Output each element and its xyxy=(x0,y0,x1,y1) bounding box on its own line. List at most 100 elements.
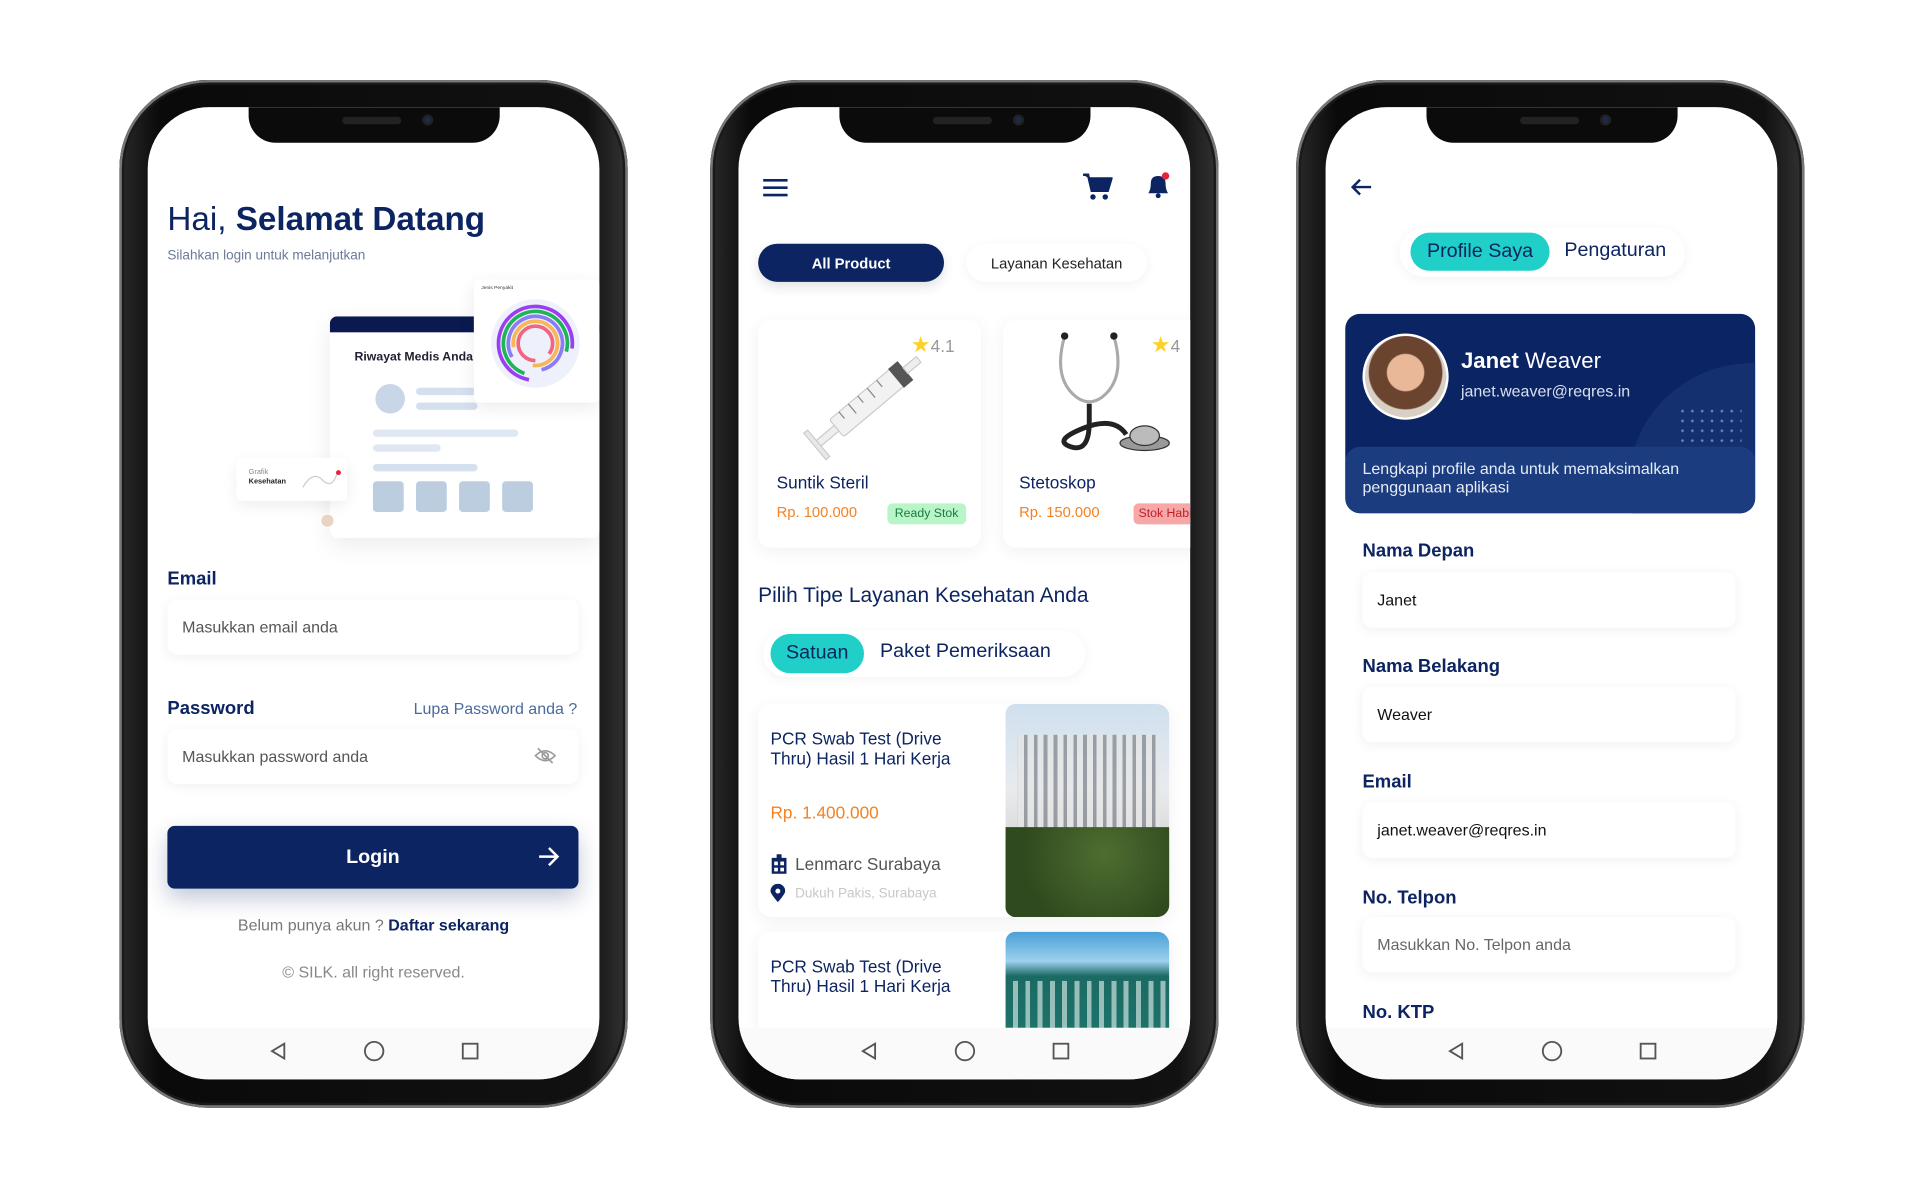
service-title: PCR Swab Test (Drive Thru) Hasil 1 Hari … xyxy=(770,956,951,996)
dashboard-title: Riwayat Medis Anda xyxy=(354,350,474,365)
profile-completion-prompt: Lengkapi profile anda untuk memaksimalka… xyxy=(1345,446,1756,514)
profile-email: janet.weaver@reqres.in xyxy=(1460,381,1631,401)
product-price: Rp. 150.000 xyxy=(1019,503,1100,521)
profile-tabs: Profile Saya Pengaturan xyxy=(1399,227,1685,277)
cart-icon[interactable] xyxy=(1082,172,1113,202)
last-name-label: Nama Belakang xyxy=(1362,656,1500,677)
service-price: Rp. 1.400.000 xyxy=(770,802,879,823)
email-label: Email xyxy=(167,568,217,590)
graph-label: Kesehatan xyxy=(248,478,286,487)
hamburger-menu-icon[interactable] xyxy=(763,178,788,197)
subtitle: Silahkan login untuk melanjutkan xyxy=(167,248,366,264)
location-pin-icon xyxy=(770,883,786,903)
home-nav-icon[interactable] xyxy=(359,1036,389,1066)
product-card[interactable]: ★4 Stetoskop Rp. 150.000 Stok Habis xyxy=(1003,320,1191,548)
greeting-bold: Selamat Datang xyxy=(235,200,486,238)
last-name-input[interactable]: Weaver xyxy=(1362,686,1736,743)
notch xyxy=(248,107,500,143)
avatar xyxy=(1362,333,1449,420)
login-screen: Hai, Selamat Datang Silahkan login untuk… xyxy=(147,107,600,1080)
stock-badge: Ready Stok xyxy=(887,503,966,525)
health-graph-card: Grafik Kesehatan xyxy=(236,457,348,501)
arrow-right-icon xyxy=(539,847,560,867)
android-nav-bar xyxy=(147,1027,600,1080)
service-title: PCR Swab Test (Drive Thru) Hasil 1 Hari … xyxy=(770,728,951,769)
register-link[interactable]: Daftar sekarang xyxy=(388,916,509,934)
hospital-building-icon xyxy=(771,854,787,874)
chart-title: Jenis Penyakit xyxy=(481,284,513,291)
section-title: Pilih Tipe Layanan Kesehatan Anda xyxy=(758,583,1089,607)
line-graph-icon xyxy=(302,470,341,488)
email-label: Email xyxy=(1362,771,1412,793)
last-name-value: Weaver xyxy=(1377,705,1433,724)
product-name: Stetoskop xyxy=(1019,472,1096,493)
hospital-label: Lenmarc Surabaya xyxy=(795,854,941,874)
service-type-segment: Satuan Paket Pemeriksaan xyxy=(763,630,1086,677)
rating: ★4.1 xyxy=(911,332,955,358)
donut-chart-icon xyxy=(491,299,580,388)
login-button-label: Login xyxy=(346,846,400,868)
first-name-value: Janet xyxy=(1377,590,1417,610)
android-nav-bar xyxy=(738,1027,1191,1080)
email-placeholder: Masukkan email anda xyxy=(182,617,338,637)
email-input[interactable]: Masukkan email anda xyxy=(167,599,579,655)
ktp-label: No. KTP xyxy=(1362,1001,1435,1023)
service-card[interactable]: PCR Swab Test (Drive Thru) Hasil 1 Hari … xyxy=(758,704,1170,917)
graph-label: Grafik xyxy=(248,468,269,477)
stock-badge: Stok Habis xyxy=(1133,503,1191,525)
phone-input[interactable]: Masukkan No. Telpon anda xyxy=(1362,916,1736,973)
greeting-regular: Hai, xyxy=(167,200,236,238)
notch xyxy=(1426,107,1678,143)
login-button[interactable]: Login xyxy=(167,825,579,889)
product-card[interactable]: ★4.1 Suntik Steril Rp. 100.000 Ready Sto… xyxy=(758,320,981,548)
home-nav-icon[interactable] xyxy=(950,1036,980,1066)
copyright: © SILK. all right reserved. xyxy=(282,962,465,981)
rating-value: 4.1 xyxy=(930,336,955,356)
password-placeholder: Masukkan password anda xyxy=(182,747,369,766)
product-name: Suntik Steril xyxy=(776,472,869,493)
home-screen: All Product Layanan Kesehatan ★4.1 Sunti… xyxy=(738,107,1191,1080)
first-name: Janet xyxy=(1460,348,1519,373)
star-icon: ★ xyxy=(910,332,931,357)
android-nav-bar xyxy=(1325,1027,1778,1080)
profile-card: Janet Weaver janet.weaver@reqres.in Leng… xyxy=(1345,313,1756,514)
hospital-image xyxy=(1005,704,1170,917)
notch xyxy=(839,107,1091,143)
no-account-text: Belum punya akun ? xyxy=(237,915,384,935)
tab-layanan-kesehatan[interactable]: Layanan Kesehatan xyxy=(966,243,1148,282)
tab-all-product[interactable]: All Product xyxy=(758,243,945,282)
tab-pengaturan[interactable]: Pengaturan xyxy=(1564,240,1666,262)
first-name-input[interactable]: Janet xyxy=(1362,572,1736,628)
doctor-avatar xyxy=(320,513,335,529)
register-prompt: Belum punya akun ? Daftar sekarang xyxy=(148,916,600,934)
user-icon xyxy=(375,384,405,414)
recents-nav-icon[interactable] xyxy=(455,1036,485,1066)
profile-screen: Profile Saya Pengaturan Janet Weaver jan… xyxy=(1325,107,1778,1080)
star-icon: ★ xyxy=(1150,332,1171,357)
segment-satuan[interactable]: Satuan xyxy=(770,633,865,674)
email-input[interactable]: janet.weaver@reqres.in xyxy=(1362,802,1736,858)
rating: ★4 xyxy=(1151,332,1180,358)
recents-nav-icon[interactable] xyxy=(1633,1036,1663,1066)
last-name: Weaver xyxy=(1525,348,1601,373)
forgot-password-link[interactable]: Lupa Password anda ? xyxy=(414,699,578,717)
rating-value: 4 xyxy=(1170,336,1181,356)
page-title: Hai, Selamat Datang xyxy=(167,201,485,239)
back-nav-icon[interactable] xyxy=(1441,1036,1471,1066)
address-label: Dukuh Pakis, Surabaya xyxy=(795,885,937,901)
eye-off-icon[interactable] xyxy=(534,747,557,764)
segment-paket-pemeriksaan[interactable]: Paket Pemeriksaan xyxy=(880,641,1051,663)
hospital-address: Dukuh Pakis, Surabaya xyxy=(770,883,937,903)
phone-label: No. Telpon xyxy=(1362,887,1457,909)
profile-name: Janet Weaver xyxy=(1461,348,1601,374)
home-nav-icon[interactable] xyxy=(1537,1036,1567,1066)
back-arrow-icon[interactable] xyxy=(1349,177,1374,197)
password-label: Password xyxy=(167,697,255,719)
back-nav-icon[interactable] xyxy=(854,1036,884,1066)
tab-profile-saya[interactable]: Profile Saya xyxy=(1410,232,1550,271)
recents-nav-icon[interactable] xyxy=(1046,1036,1076,1066)
password-input[interactable]: Masukkan password anda xyxy=(167,728,579,785)
bell-icon[interactable] xyxy=(1145,171,1172,201)
back-nav-icon[interactable] xyxy=(263,1036,293,1066)
email-value: janet.weaver@reqres.in xyxy=(1377,820,1547,840)
